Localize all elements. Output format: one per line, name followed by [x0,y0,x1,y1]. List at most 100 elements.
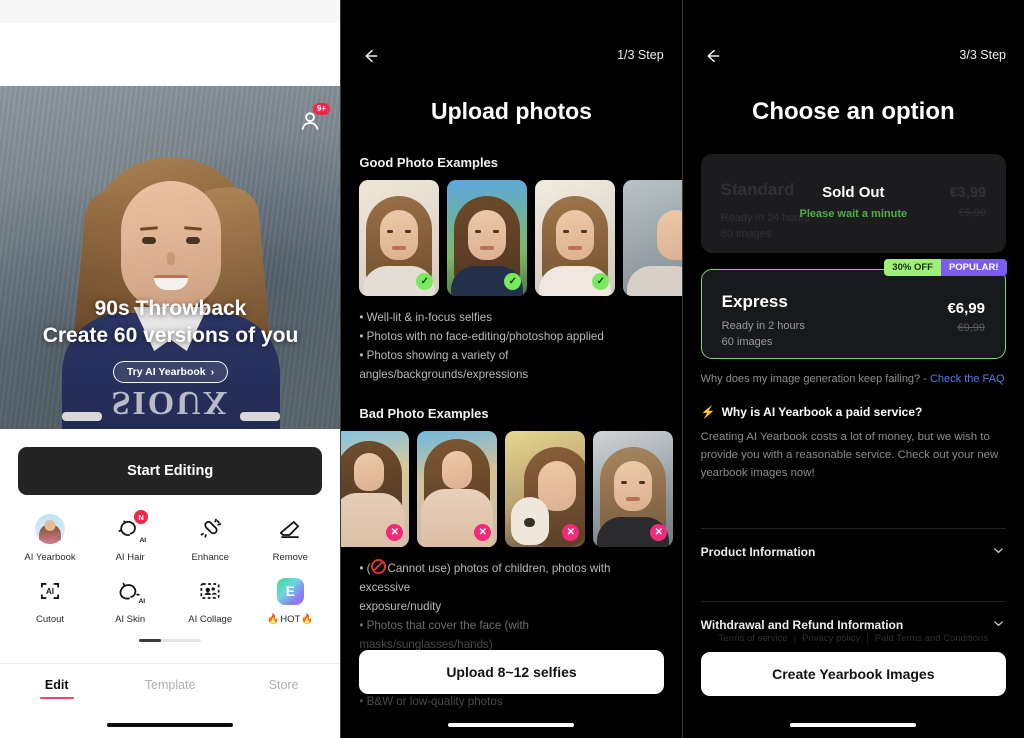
home-indicator [790,722,917,727]
back-arrow-icon[interactable] [702,46,722,71]
good-photo-bullets: • Well-lit & in-focus selfies • Photos w… [359,311,604,381]
good-photo-thumbnail[interactable]: ✓ [359,180,440,296]
step-indicator: 1/3 Step [617,48,664,62]
faq-question: Why does my image generation keep failin… [700,373,930,385]
chevron-down-icon [991,543,1006,561]
ai-skin-icon: AI [114,575,146,607]
avatar-photo-icon [34,513,66,545]
three-panel-screenshot: SIOUX 9+ 90s Throwback Create 60 version… [0,0,1024,738]
discount-ribbon: 30% OFF [884,259,941,276]
bottom-tab-bar: Edit Template Store [0,663,341,738]
terms-of-service-link[interactable]: Terms of service [719,633,788,644]
bad-photo-thumbnail[interactable]: ✕ [593,431,674,547]
page-title: Choose an option [751,98,955,125]
good-photo-thumbnail[interactable]: ✓ [447,180,528,296]
tool-label: Remove [272,552,308,563]
plan-details: Ready in 2 hours 60 images [721,320,805,348]
sold-out-overlay: Sold Out Please wait a minute [701,184,1006,220]
good-photo-strip[interactable]: ✓ ✓ ✓ ✓ [341,180,682,296]
popular-ribbon: POPULAR! [940,259,1007,276]
tool-label: AI Collage [188,614,233,625]
panel-choose-option: 3/3 Step Choose an option Standard Ready… [681,0,1024,738]
create-yearbook-images-button[interactable]: Create Yearbook Images [700,652,1006,696]
tab-edit[interactable]: Edit [0,678,113,699]
status-bar [0,0,341,23]
faq-line: Why does my image generation keep failin… [701,373,1006,385]
tool-enhance[interactable]: Enhance [170,513,250,563]
panel-home-editor: SIOUX 9+ 90s Throwback Create 60 version… [0,0,341,738]
why-paid-body: Creating AI Yearbook costs a lot of mone… [700,431,999,479]
home-indicator [448,722,575,727]
tool-label: AI Hair [115,552,145,563]
tool-ai-skin[interactable]: AI AI Skin [90,575,170,625]
tool-remove[interactable]: Remove [250,513,330,563]
tool-label-hot: 🔥 HOT 🔥 [267,614,314,625]
app-promo-icon: E [274,575,306,607]
panel-upload-photos: 1/3 Step Upload photos Good Photo Exampl… [340,0,682,738]
new-badge: N [134,510,149,524]
why-paid-heading: ⚡ Why is AI Yearbook a paid service? [700,405,923,419]
ai-collage-icon [194,575,226,607]
hero-headline-line1: 90s Throwback [94,297,247,320]
plan-card-express[interactable]: 30% OFF POPULAR! Express Ready in 2 hour… [700,259,1007,359]
hero-headline-line2: Create 60 versions of you [42,324,299,347]
bad-photo-thumbnail[interactable]: ✕ [341,431,410,547]
bad-photo-thumbnail[interactable]: ✕ [417,431,498,547]
page-title: Upload photos [431,98,592,124]
tab-store[interactable]: Store [227,678,340,699]
jersey-text: SIOUX [111,384,230,421]
magic-wand-icon [194,513,226,545]
bad-photo-thumbnail[interactable]: ✕ [505,431,586,547]
good-photo-thumbnail[interactable]: ✓ [623,180,682,296]
sold-out-note: Please wait a minute [799,208,908,220]
plan-old-price: €9,99 [957,322,985,334]
plan-card-standard: Standard Ready in 24 hours 60 images €3,… [700,154,1006,253]
lightning-bolt-icon: ⚡ [700,405,716,419]
privacy-policy-link[interactable]: Privacy policy [802,633,860,644]
tool-grid-scroll-indicator[interactable] [139,639,202,642]
paid-terms-link[interactable]: Paid Terms and Conditions [875,633,988,644]
upload-header: 1/3 Step [341,0,681,80]
chevron-down-icon [991,616,1006,634]
chevron-right-icon: › [210,366,215,378]
hero-portrait-image: SIOUX [56,129,286,429]
start-editing-button[interactable]: Start Editing [18,447,323,495]
plan-ribbons: 30% OFF POPULAR! [884,259,1007,276]
bad-photos-label: Bad Photo Examples [359,406,489,421]
try-ai-yearbook-label: Try AI Yearbook [126,366,206,378]
flame-icon: 🔥 [267,614,280,625]
prohibited-icon [371,559,387,574]
legal-links: Terms of service | Privacy policy | Paid Ter… [718,633,989,644]
ai-hair-icon: AI N [114,510,149,545]
good-photo-thumbnail[interactable]: ✓ [535,180,616,296]
check-faq-link[interactable]: Check the FAQ [930,373,1005,385]
ai-cutout-icon: AI [34,575,66,607]
good-photos-label: Good Photo Examples [359,155,499,170]
notification-count-badge: 9+ [312,103,330,115]
tool-ai-hair[interactable]: AI N AI Hair [90,510,170,563]
tool-grid: AI Yearbook AI N AI Hair Enhance Remove … [0,495,340,625]
tool-ai-collage[interactable]: AI Collage [170,575,250,625]
eraser-icon [274,513,306,545]
upload-selfies-button[interactable]: Upload 8~12 selfies [359,650,664,694]
hero-banner[interactable]: SIOUX 9+ 90s Throwback Create 60 version… [0,86,341,429]
back-arrow-icon[interactable] [360,46,380,71]
profile-avatar-button[interactable]: 9+ [293,103,330,138]
tool-hot-promo[interactable]: E 🔥 HOT 🔥 [250,575,330,625]
tool-label: Enhance [191,552,229,563]
bad-photo-strip[interactable]: ✕ ✕ ✕ ✕ [341,431,681,547]
plan-price: €6,99 [947,300,985,317]
header-spacer [0,23,341,86]
flame-icon: 🔥 [301,614,314,625]
step-indicator: 3/3 Step [959,48,1006,62]
option-header: 3/3 Step [683,0,1024,80]
hero-copy: 90s Throwback Create 60 versions of you … [0,295,340,383]
try-ai-yearbook-button[interactable]: Try AI Yearbook › [112,361,229,383]
sold-out-label: Sold Out [822,184,885,201]
tool-ai-yearbook[interactable]: AI Yearbook [10,513,90,563]
tab-template[interactable]: Template [113,678,226,699]
accordion-product-information[interactable]: Product Information [700,528,1006,575]
tool-label: AI Yearbook [24,552,76,563]
home-indicator [107,722,234,727]
tool-cutout[interactable]: AI Cutout [10,575,90,625]
